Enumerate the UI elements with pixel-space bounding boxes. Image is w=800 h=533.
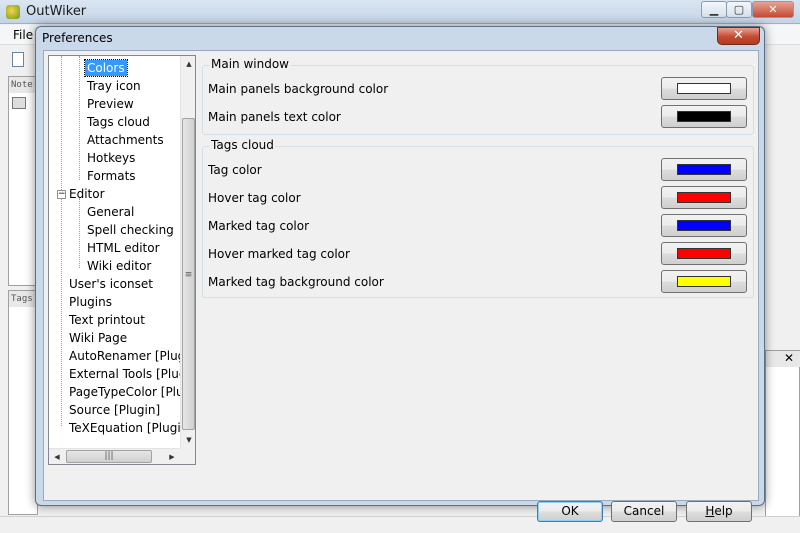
main-panels-text-color-label: Main panels text color: [208, 110, 341, 124]
tree-guide-line: [79, 198, 80, 268]
tree-item-source[interactable]: Source [Plugin]: [67, 402, 162, 418]
new-page-icon[interactable]: [12, 52, 24, 67]
main-window-group-label: Main window: [209, 57, 291, 71]
dialog-close-button[interactable]: ✕: [717, 27, 760, 45]
scroll-up-arrow-icon[interactable]: ▲: [181, 56, 195, 72]
marked-tag-color-label: Marked tag color: [208, 219, 310, 233]
main-window-group: Main window Main panels background color…: [202, 57, 754, 135]
preferences-dialog: Preferences ✕ Colors Tray icon Preview T…: [35, 26, 765, 522]
marked-tag-background-color-button[interactable]: [661, 270, 747, 293]
tree-item-texequation[interactable]: TeXEquation [Plugin]: [67, 420, 195, 436]
horizontal-scroll-thumb[interactable]: |||: [66, 450, 152, 463]
tree-item-editor[interactable]: Editor: [67, 186, 107, 202]
hover-tag-color-label: Hover tag color: [208, 191, 301, 205]
scroll-right-arrow-icon[interactable]: ▶: [164, 449, 180, 464]
ok-button[interactable]: OK: [537, 501, 603, 522]
tree-item-spell-checking[interactable]: Spell checking: [85, 222, 176, 238]
dialog-body: Colors Tray icon Preview Tags cloud Atta…: [43, 50, 759, 522]
tree-item-tags-cloud[interactable]: Tags cloud: [85, 114, 152, 130]
tag-color-label: Tag color: [208, 163, 262, 177]
scroll-corner: [180, 448, 195, 464]
tree-item-wiki-editor[interactable]: Wiki editor: [85, 258, 153, 274]
scroll-left-arrow-icon[interactable]: ◀: [49, 449, 65, 464]
preferences-tree[interactable]: Colors Tray icon Preview Tags cloud Atta…: [48, 55, 196, 465]
color-swatch: [677, 192, 731, 203]
tree-item-general[interactable]: General: [85, 204, 136, 220]
tree-item-hotkeys[interactable]: Hotkeys: [85, 150, 137, 166]
maximize-button[interactable]: ▢: [726, 1, 752, 18]
marked-tag-background-color-label: Marked tag background color: [208, 275, 384, 289]
dialog-title: Preferences: [42, 31, 113, 45]
hover-marked-tag-color-label: Hover marked tag color: [208, 247, 350, 261]
tree-item-attachments[interactable]: Attachments: [85, 132, 166, 148]
notes-panel-header: Note: [9, 77, 37, 93]
color-swatch: [677, 220, 731, 231]
tag-color-button[interactable]: [661, 158, 747, 181]
notes-panel: Note: [8, 76, 38, 286]
color-swatch: [677, 164, 731, 175]
tree-guide-line: [61, 56, 62, 426]
outwiker-app-icon: [6, 5, 20, 19]
notes-toolbar-icon[interactable]: [12, 97, 26, 109]
help-button[interactable]: Help: [686, 501, 752, 522]
hover-marked-tag-color-button[interactable]: [661, 242, 747, 265]
attachments-panel-close-icon[interactable]: ✕: [766, 351, 800, 367]
attachments-panel: ✕: [765, 350, 800, 520]
cancel-button[interactable]: Cancel: [611, 501, 677, 522]
tree-item-plugins[interactable]: Plugins: [67, 294, 114, 310]
tree-item-tray-icon[interactable]: Tray icon: [85, 78, 143, 94]
tree-guide-line: [79, 56, 80, 180]
hover-tag-color-button[interactable]: [661, 186, 747, 209]
main-window-title: OutWiker: [26, 4, 87, 19]
main-panels-text-color-button[interactable]: [661, 105, 747, 128]
menu-file[interactable]: File: [13, 28, 33, 42]
tree-item-html-editor[interactable]: HTML editor: [85, 240, 162, 256]
tree-vertical-scrollbar[interactable]: ▲ ≡ ▼: [180, 56, 195, 448]
tags-panel-header: Tags: [9, 291, 37, 307]
tree-item-pagetypecolor[interactable]: PageTypeColor [Plugin]: [67, 384, 195, 400]
tags-cloud-group: Tags cloud Tag color Hover tag color Mar…: [202, 138, 754, 298]
color-swatch: [677, 83, 731, 94]
tree-item-external-tools[interactable]: External Tools [Plugin]: [67, 366, 195, 382]
scroll-down-arrow-icon[interactable]: ▼: [181, 432, 195, 448]
main-toolbar: [0, 46, 36, 72]
tree-collapse-icon[interactable]: −: [57, 190, 66, 199]
main-close-button[interactable]: ✕: [752, 1, 794, 18]
tree-item-text-printout[interactable]: Text printout: [67, 312, 147, 328]
main-panels-background-color-button[interactable]: [661, 77, 747, 100]
vertical-scroll-thumb[interactable]: ≡: [182, 118, 195, 430]
main-titlebar: OutWiker ▁ ▢ ✕: [0, 0, 800, 24]
color-swatch: [677, 276, 731, 287]
tree-item-autorenamer[interactable]: AutoRenamer [Plugin]: [67, 348, 195, 364]
tree-item-formats[interactable]: Formats: [85, 168, 138, 184]
minimize-button[interactable]: ▁: [701, 1, 727, 18]
main-panels-background-color-label: Main panels background color: [208, 82, 389, 96]
main-statusbar: [0, 516, 800, 533]
color-swatch: [677, 111, 731, 122]
tree-item-users-iconset[interactable]: User's iconset: [67, 276, 155, 292]
tags-cloud-group-label: Tags cloud: [209, 138, 276, 152]
tree-item-colors[interactable]: Colors: [84, 59, 128, 77]
marked-tag-color-button[interactable]: [661, 214, 747, 237]
tree-horizontal-scrollbar[interactable]: ◀ ||| ▶: [49, 448, 180, 464]
tags-panel: Tags: [8, 290, 38, 515]
tree-item-wiki-page[interactable]: Wiki Page: [67, 330, 129, 346]
tree-item-preview[interactable]: Preview: [85, 96, 136, 112]
color-swatch: [677, 248, 731, 259]
